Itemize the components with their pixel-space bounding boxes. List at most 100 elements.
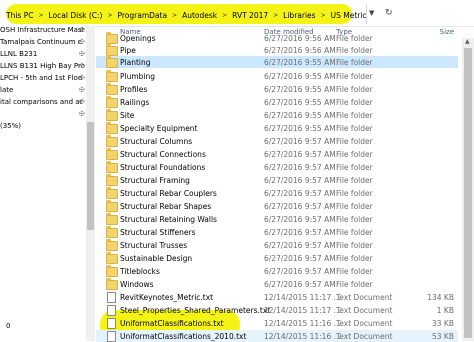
- pin-icon: ✠: [79, 86, 85, 94]
- nav-item[interactable]: ital comparisons and ar ✠: [0, 98, 86, 110]
- list-item[interactable]: Site 6/27/2016 9:55 AM File folder: [96, 109, 458, 121]
- file-type: File folder: [336, 215, 373, 224]
- file-name: UniformatClassifications_2010.txt: [120, 332, 247, 341]
- list-item[interactable]: UniformatClassifications_2010.txt 12/14/2…: [96, 330, 458, 342]
- file-date: 6/27/2016 9:55 AM: [264, 72, 336, 81]
- folder-icon: [106, 44, 118, 56]
- list-item[interactable]: Structural Retaining Walls 6/27/2016 9:57…: [96, 213, 458, 225]
- file-date: 6/27/2016 9:55 AM: [264, 111, 336, 120]
- chevron-right-icon[interactable]: >: [270, 12, 281, 19]
- list-item[interactable]: UniformatClassifications.txt 12/14/2015 1…: [96, 317, 458, 329]
- breadcrumb: This PC > Local Disk (C:) > ProgramData …: [4, 9, 369, 21]
- breadcrumb-this-pc[interactable]: This PC: [4, 11, 35, 20]
- list-item[interactable]: Structural Framing 6/27/2016 9:57 AM File …: [96, 174, 458, 186]
- breadcrumb-rvt2017[interactable]: RVT 2017: [230, 11, 270, 20]
- nav-item[interactable]: LPCH - 5th and 1st Floo ✠: [0, 74, 86, 86]
- list-item[interactable]: Openings 6/27/2016 9:56 AM File folder: [96, 32, 458, 44]
- scroll-thumb[interactable]: [464, 48, 472, 338]
- pin-icon: ✠: [79, 38, 85, 46]
- list-item[interactable]: Structural Rebar Shapes 6/27/2016 9:57 AM…: [96, 200, 458, 212]
- file-size: 134 KB: [427, 293, 454, 302]
- list-item[interactable]: Structural Columns 6/27/2016 9:57 AM File …: [96, 135, 458, 147]
- nav-item-label: late: [0, 86, 14, 94]
- nav-item[interactable]: ✠: [0, 110, 86, 122]
- file-name: Pipe: [120, 46, 136, 55]
- file-date: 6/27/2016 9:55 AM: [264, 98, 336, 107]
- file-size: 53 KB: [432, 332, 454, 341]
- nav-item[interactable]: 0: [6, 322, 92, 334]
- file-name: Structural Columns: [120, 137, 193, 146]
- chevron-right-icon[interactable]: >: [169, 12, 180, 19]
- file-name: Railings: [120, 98, 150, 107]
- chevron-right-icon[interactable]: >: [104, 12, 115, 19]
- file-date: 6/27/2016 9:57 AM: [264, 215, 336, 224]
- file-type: File folder: [336, 189, 373, 198]
- file-type: File folder: [336, 46, 373, 55]
- list-item[interactable]: Profiles 6/27/2016 9:55 AM File folder: [96, 83, 458, 95]
- file-type: File folder: [336, 34, 373, 43]
- file-date: 6/27/2016 9:57 AM: [264, 163, 336, 172]
- nav-item-label: LLNL B231: [0, 50, 38, 58]
- file-type: File folder: [336, 228, 373, 237]
- text-file-icon: [107, 331, 116, 342]
- nav-item[interactable]: LLNL B231 ✠: [0, 50, 86, 62]
- list-item[interactable]: Railings 6/27/2016 9:55 AM File folder: [96, 96, 458, 108]
- breadcrumb-autodesk[interactable]: Autodesk: [180, 11, 219, 20]
- file-name: Site: [120, 111, 135, 120]
- chevron-down-icon[interactable]: ▼: [369, 9, 374, 17]
- refresh-icon[interactable]: ↻: [385, 8, 393, 18]
- file-date: 6/27/2016 9:57 AM: [264, 202, 336, 211]
- address-controls: ▼ ↻: [366, 4, 474, 24]
- list-item[interactable]: Specialty Equipment 6/27/2016 9:55 AM File…: [96, 122, 458, 134]
- nav-item-label: Tamalpais Continuum c: [0, 38, 82, 46]
- nav-item[interactable]: Tamalpais Continuum c ✠: [0, 38, 86, 50]
- file-date: 6/27/2016 9:57 AM: [264, 150, 336, 159]
- nav-item[interactable]: late ✠: [0, 86, 86, 98]
- nav-item[interactable]: OSH Infrastructure Mast ✠: [0, 26, 86, 38]
- vertical-scrollbar[interactable]: ▲: [462, 38, 474, 341]
- list-item[interactable]: Steel_Properties_Shared_Parameters.txt 12…: [96, 304, 458, 316]
- file-date: 6/27/2016 9:56 AM: [264, 34, 336, 43]
- list-item[interactable]: Structural Connections 6/27/2016 9:57 AM F…: [96, 148, 458, 160]
- folder-icon: [106, 200, 118, 212]
- breadcrumb-local-disk[interactable]: Local Disk (C:): [47, 11, 105, 20]
- chevron-right-icon[interactable]: >: [318, 12, 329, 19]
- file-name: Titleblocks: [120, 267, 160, 276]
- list-item[interactable]: Structural Rebar Couplers 6/27/2016 9:57 …: [96, 187, 458, 199]
- file-name: Plumbing: [120, 72, 156, 81]
- breadcrumb-libraries[interactable]: Libraries: [281, 11, 317, 20]
- list-item[interactable]: Titleblocks 6/27/2016 9:57 AM File folder: [96, 265, 458, 277]
- file-date: 6/27/2016 9:55 AM: [264, 124, 336, 133]
- list-item[interactable]: Structural Stiffeners 6/27/2016 9:57 AM Fi…: [96, 226, 458, 238]
- scroll-up-icon[interactable]: ▲: [465, 38, 470, 45]
- address-bar[interactable]: This PC > Local Disk (C:) > ProgramData …: [0, 0, 474, 27]
- file-name: Profiles: [120, 85, 148, 94]
- file-date: 6/27/2016 9:57 AM: [264, 254, 336, 263]
- chevron-right-icon[interactable]: >: [219, 12, 230, 19]
- nav-item[interactable]: (35%): [0, 122, 86, 134]
- list-item[interactable]: RevitKeynotes_Metric.txt 12/14/2015 11:17…: [96, 291, 458, 303]
- nav-item[interactable]: LLNS B131 High Bay Pro ✠: [0, 62, 86, 74]
- pin-icon: ✠: [79, 98, 85, 106]
- file-name: Steel_Properties_Shared_Parameters.txt: [120, 306, 271, 315]
- list-item[interactable]: Windows 6/27/2016 9:57 AM File folder: [96, 278, 458, 290]
- list-item[interactable]: Planting 6/27/2016 9:55 AM File folder: [96, 56, 458, 68]
- list-item[interactable]: Pipe 6/27/2016 9:56 AM File folder: [96, 44, 458, 56]
- file-type: File folder: [336, 111, 373, 120]
- folder-icon: [106, 122, 118, 134]
- pin-icon: ✠: [79, 50, 85, 58]
- file-name: Structural Foundations: [120, 163, 206, 172]
- nav-scroll-thumb[interactable]: [87, 122, 94, 230]
- chevron-right-icon[interactable]: >: [35, 12, 46, 19]
- breadcrumb-us-metric[interactable]: US Metric: [329, 11, 369, 20]
- file-name: Structural Framing: [120, 176, 190, 185]
- breadcrumb-programdata[interactable]: ProgramData: [115, 11, 169, 20]
- nav-item-label: 0: [6, 322, 11, 330]
- list-item[interactable]: Plumbing 6/27/2016 9:55 AM File folder: [96, 70, 458, 82]
- list-item[interactable]: Structural Foundations 6/27/2016 9:57 AM F…: [96, 161, 458, 173]
- list-item[interactable]: Sustainable Design 6/27/2016 9:57 AM File …: [96, 252, 458, 264]
- list-item[interactable]: Structural Trusses 6/27/2016 9:57 AM File …: [96, 239, 458, 251]
- file-name: Structural Retaining Walls: [120, 215, 217, 224]
- folder-icon: [106, 161, 118, 173]
- nav-scrollbar[interactable]: [86, 26, 95, 341]
